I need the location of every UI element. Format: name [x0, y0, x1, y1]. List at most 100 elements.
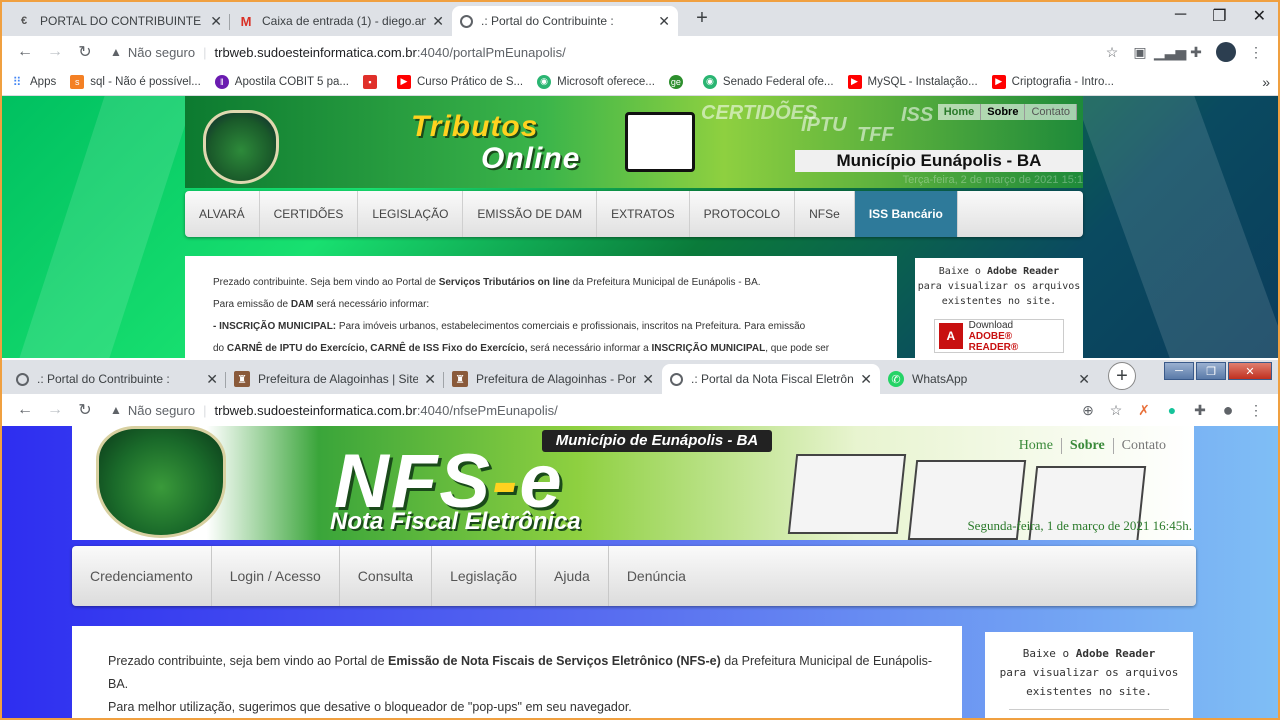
tab-gmail[interactable]: M Caixa de entrada (1) - diego.andr ✕ [230, 6, 452, 36]
maximize-icon[interactable]: ❐ [1212, 6, 1226, 26]
grammarly-icon[interactable]: ● [1158, 402, 1186, 418]
menu-extratos[interactable]: EXTRATOS [597, 191, 690, 237]
bookmark-apps[interactable]: ⠿ Apps [10, 75, 57, 89]
site-icon: ♜ [234, 371, 250, 387]
back-icon[interactable]: ← [10, 401, 40, 419]
banner-title: Tributos [411, 110, 539, 143]
tab-title: WhatsApp [912, 372, 968, 386]
calculator-icon [625, 112, 695, 172]
page-content: Tributos Online CERTIDÕES IPTU ISS TFF H… [2, 96, 1278, 358]
municipal-crest-logo [203, 110, 279, 184]
menu-icon[interactable]: ⋮ [1242, 402, 1270, 419]
puzzle-icon[interactable]: ✚ [1186, 402, 1214, 419]
menu-iss-bancario[interactable]: ISS Bancário [854, 191, 958, 237]
window-controls: ─ ❐ ✕ [1175, 6, 1266, 26]
close-window-icon[interactable]: ✕ [1253, 6, 1266, 26]
star-icon[interactable]: ☆ [1098, 44, 1126, 61]
municipio-label: Município de Eunápolis - BA [542, 430, 772, 452]
bookmark-curso[interactable]: ▶ Curso Prático de S... [397, 74, 523, 89]
not-secure-label: Não seguro [127, 44, 196, 60]
new-tab-button[interactable]: + [1108, 362, 1136, 390]
tab-strip: .: Portal do Contribuinte : ✕ ♜ Prefeitu… [2, 360, 1278, 394]
reload-icon[interactable]: ↻ [70, 42, 100, 62]
close-icon[interactable]: ✕ [658, 13, 670, 30]
address-bar[interactable]: ▲ Não seguro | trbweb.sudoesteinformatic… [110, 403, 1074, 418]
youtube-icon: ▶ [847, 74, 862, 89]
bookmark-cobit[interactable]: ‖ Apostila COBIT 5 pa... [214, 74, 349, 89]
menu-consulta[interactable]: Consulta [340, 546, 433, 606]
menu-legislacao[interactable]: LEGISLAÇÃO [358, 191, 464, 237]
bookmark-mysql[interactable]: ▶ MySQL - Instalação... [847, 74, 978, 89]
bookmark-unnamed-1[interactable]: ▪ [363, 74, 383, 89]
close-window-icon[interactable]: ✕ [1228, 362, 1272, 380]
minimize-icon[interactable]: ─ [1175, 6, 1186, 26]
new-tab-button[interactable]: + [688, 4, 716, 32]
site-banner: Tributos Online CERTIDÕES IPTU ISS TFF H… [185, 96, 1083, 188]
close-icon[interactable]: ✕ [642, 371, 654, 388]
signal-icon[interactable]: ▁▃▅ [1154, 44, 1186, 61]
site-icon: ◉ [537, 74, 552, 89]
menu-nfse[interactable]: NFSe [795, 191, 855, 237]
main-menu: Credenciamento Login / Acesso Consulta L… [72, 546, 1196, 606]
top-links: Home Sobre Contato [937, 104, 1077, 120]
menu-denuncia[interactable]: Denúncia [609, 546, 704, 606]
tab-alagoinhas-site[interactable]: ♜ Prefeitura de Alagoinhas | Site C ✕ [226, 364, 444, 394]
bookmark-sql[interactable]: s sql - Não é possível... [70, 74, 201, 89]
globe-icon [670, 372, 683, 386]
tab-portal-contribuinte-caps[interactable]: € PORTAL DO CONTRIBUINTE ✕ [8, 6, 230, 36]
bookmark-unnamed-2[interactable]: ge [668, 74, 689, 89]
forward-icon[interactable]: → [40, 401, 70, 419]
url-host: trbweb.sudoesteinformatica.com.br [214, 44, 417, 60]
menu-ajuda[interactable]: Ajuda [536, 546, 609, 606]
toolbar: ← → ↻ ▲ Não seguro | trbweb.sudoesteinfo… [2, 36, 1278, 68]
site-icon: ▪ [363, 74, 377, 89]
minimize-icon[interactable]: ─ [1164, 362, 1194, 380]
tab-strip: € PORTAL DO CONTRIBUINTE ✕ M Caixa de en… [2, 2, 1278, 36]
address-bar[interactable]: ▲ Não seguro | trbweb.sudoesteinformatic… [110, 45, 1098, 60]
menu-alvara[interactable]: ALVARÁ [185, 191, 260, 237]
tab-title: Prefeitura de Alagoinhas | Site C [258, 372, 419, 386]
site-icon: ◉ [702, 74, 717, 89]
close-icon[interactable]: ✕ [860, 371, 872, 388]
tab-portal-contribuinte-active[interactable]: .: Portal do Contribuinte : ✕ [452, 6, 678, 36]
home-link[interactable]: Home [1011, 438, 1062, 454]
star-icon[interactable]: ☆ [1102, 402, 1130, 419]
tab-alagoinhas-portal[interactable]: ♜ Prefeitura de Alagoinhas - Porta ✕ [444, 364, 662, 394]
extension-icon[interactable]: ✗ [1130, 402, 1158, 419]
close-icon[interactable]: ✕ [432, 13, 444, 30]
puzzle-icon[interactable]: ✚ [1182, 44, 1210, 61]
bookmarks-more-icon[interactable]: » [1262, 74, 1270, 90]
welcome-text: Prezado contribuinte, seja bem vindo ao … [72, 626, 962, 718]
contato-link[interactable]: Contato [1025, 104, 1077, 120]
menu-emissao-dam[interactable]: EMISSÃO DE DAM [463, 191, 598, 237]
reload-icon[interactable]: ↻ [70, 400, 100, 420]
menu-icon[interactable]: ⋮ [1242, 44, 1270, 61]
tab-portal-contribuinte[interactable]: .: Portal do Contribuinte : ✕ [8, 364, 226, 394]
sobre-link[interactable]: Sobre [981, 104, 1026, 120]
contato-link[interactable]: Contato [1114, 438, 1174, 454]
bookmark-criptografia[interactable]: ▶ Criptografia - Intro... [991, 74, 1114, 89]
zoom-icon[interactable]: ⊕ [1074, 402, 1102, 419]
forward-icon[interactable]: → [40, 43, 70, 61]
profile-icon[interactable]: ● [1214, 400, 1242, 421]
close-icon[interactable]: ✕ [210, 13, 222, 30]
tab-nota-fiscal-active[interactable]: .: Portal da Nota Fiscal Eletrônic ✕ [662, 364, 880, 394]
menu-credenciamento[interactable]: Credenciamento [72, 546, 212, 606]
close-icon[interactable]: ✕ [1078, 371, 1090, 388]
close-icon[interactable]: ✕ [206, 371, 218, 388]
maximize-icon[interactable]: ❐ [1196, 362, 1226, 380]
bookmark-senado[interactable]: ◉ Senado Federal ofe... [702, 74, 834, 89]
menu-login[interactable]: Login / Acesso [212, 546, 340, 606]
bookmark-microsoft[interactable]: ◉ Microsoft oferece... [537, 74, 655, 89]
avatar[interactable] [1216, 42, 1236, 62]
close-icon[interactable]: ✕ [424, 371, 436, 388]
extension-icon[interactable]: ▣ [1126, 44, 1154, 61]
back-icon[interactable]: ← [10, 43, 40, 61]
tab-whatsapp[interactable]: ✆ WhatsApp ✕ [880, 364, 1098, 394]
adobe-download-button[interactable]: A Download ADOBE® READER® [934, 319, 1064, 353]
menu-protocolo[interactable]: PROTOCOLO [690, 191, 796, 237]
sobre-link[interactable]: Sobre [1062, 438, 1114, 454]
menu-certidoes[interactable]: CERTIDÕES [260, 191, 359, 237]
home-link[interactable]: Home [938, 104, 982, 120]
menu-legislacao[interactable]: Legislação [432, 546, 536, 606]
